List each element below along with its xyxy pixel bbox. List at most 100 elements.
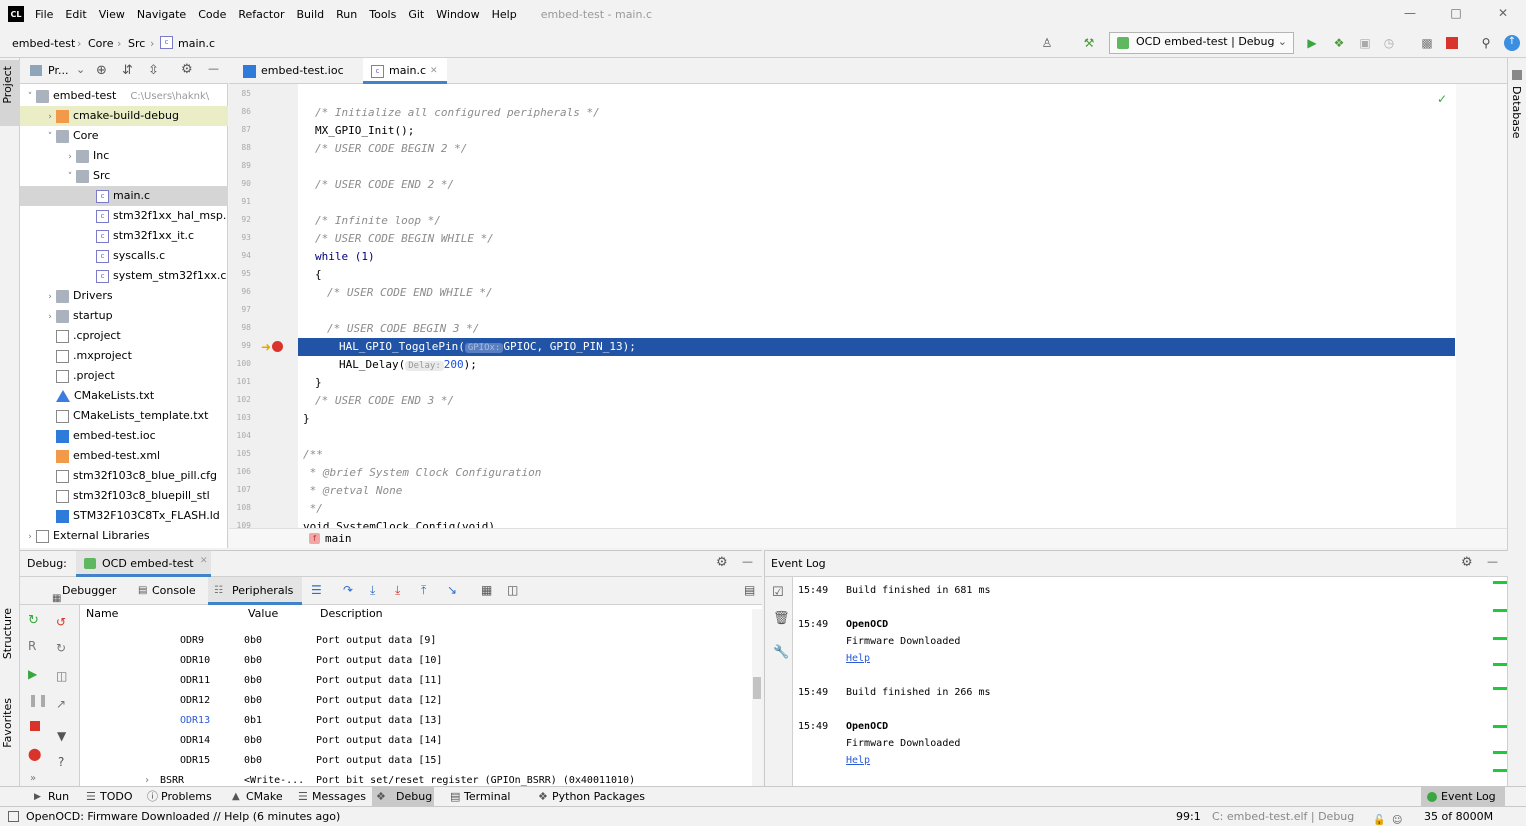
- menu-window[interactable]: Window: [436, 8, 479, 21]
- project-tool-button[interactable]: Project: [1, 66, 14, 104]
- hide-panel-icon[interactable]: —: [742, 555, 753, 568]
- tool-problems[interactable]: ⓘ Problems: [145, 787, 212, 807]
- build-hammer-icon[interactable]: ⚒: [1082, 36, 1096, 50]
- menu-file[interactable]: File: [35, 8, 53, 21]
- close-tab-icon[interactable]: ✕: [200, 556, 208, 566]
- breadcrumb-src[interactable]: Src: [128, 37, 145, 50]
- event-help-link[interactable]: Help: [846, 755, 870, 766]
- register-name[interactable]: ODR11: [180, 671, 210, 691]
- breadcrumb-file[interactable]: main.c: [178, 37, 215, 50]
- status-message[interactable]: OpenOCD: Firmware Downloaded // Help (6 …: [26, 807, 340, 826]
- view-breakpoints-icon[interactable]: ⬤: [28, 747, 41, 761]
- tool-run[interactable]: ▶ Run: [32, 787, 69, 807]
- peripheral-scrollbar[interactable]: [752, 609, 762, 787]
- step-into-icon[interactable]: ⤓: [370, 583, 375, 598]
- frames-icon[interactable]: ◫: [56, 669, 67, 683]
- hide-panel-icon[interactable]: —: [1487, 555, 1498, 568]
- search-icon[interactable]: ⚲: [1479, 36, 1493, 50]
- reload-icon[interactable]: ↻: [56, 641, 66, 655]
- tree-item[interactable]: stm32f103c8_blue_pill.cfg: [20, 466, 228, 486]
- menu-run[interactable]: Run: [336, 8, 357, 21]
- breakpoint-icon[interactable]: [272, 341, 283, 352]
- tool-event-log[interactable]: Event Log: [1421, 787, 1505, 807]
- filter-icon[interactable]: ▼: [57, 729, 66, 743]
- debug-session-tab[interactable]: OCD embed-test ✕: [76, 551, 211, 577]
- tree-item[interactable]: stm32f103c8_bluepill_stl: [20, 486, 228, 506]
- register-name[interactable]: ODR14: [180, 731, 210, 751]
- toggle-tool-windows-icon[interactable]: [8, 811, 19, 822]
- expand-arrow-icon[interactable]: ›: [64, 147, 76, 166]
- tree-item[interactable]: c stm32f1xx_hal_msp.: [20, 206, 228, 226]
- stop-icon[interactable]: [1446, 37, 1458, 49]
- menu-code[interactable]: Code: [198, 8, 226, 21]
- profile-icon[interactable]: ◷: [1382, 36, 1396, 50]
- menu-refactor[interactable]: Refactor: [238, 8, 284, 21]
- rerun-icon[interactable]: ↻: [28, 613, 39, 628]
- favorites-tool-button[interactable]: Favorites: [1, 698, 14, 748]
- run-configuration-selector[interactable]: OCD embed-test | Debug ⌄: [1109, 32, 1294, 54]
- code-minimap[interactable]: [1456, 84, 1507, 528]
- register-name[interactable]: ODR10: [180, 651, 210, 671]
- memory-indicator[interactable]: 35 of 8000M: [1424, 807, 1493, 826]
- expand-arrow-icon[interactable]: ›: [44, 307, 56, 326]
- stop-icon[interactable]: [30, 721, 40, 731]
- structure-tool-button[interactable]: Structure: [1, 608, 14, 659]
- hide-panel-icon[interactable]: —: [208, 62, 219, 75]
- close-icon[interactable]: ✕: [1496, 6, 1510, 20]
- expand-arrow-icon[interactable]: ˅: [24, 87, 36, 106]
- tab-debugger[interactable]: ▦ Debugger: [48, 577, 138, 605]
- expand-arrow-icon[interactable]: ›: [44, 287, 56, 306]
- coverage-icon[interactable]: ▣: [1358, 36, 1372, 50]
- gear-icon[interactable]: ⚙: [1461, 555, 1473, 570]
- chevron-down-icon[interactable]: ⌄: [76, 63, 85, 76]
- menu-help[interactable]: Help: [492, 8, 517, 21]
- tree-item[interactable]: › Drivers: [20, 286, 228, 306]
- tree-item[interactable]: › cmake-build-debug: [20, 106, 228, 126]
- user-icon[interactable]: ♙: [1040, 36, 1054, 50]
- expand-all-icon[interactable]: ⇵: [122, 63, 133, 78]
- more-icon[interactable]: »: [30, 773, 36, 784]
- event-help-link[interactable]: Help: [846, 653, 870, 664]
- lock-icon[interactable]: 🔓: [1373, 811, 1385, 826]
- help-icon[interactable]: ?: [58, 755, 64, 769]
- resolve-context[interactable]: C: embed-test.elf | Debug: [1212, 807, 1354, 826]
- menu-build[interactable]: Build: [297, 8, 325, 21]
- register-name[interactable]: ODR12: [180, 691, 210, 711]
- gear-icon[interactable]: ⚙: [181, 62, 193, 77]
- reset-icon[interactable]: R: [28, 639, 36, 653]
- menu-git[interactable]: Git: [408, 8, 424, 21]
- breadcrumb-project[interactable]: embed-test: [12, 37, 75, 50]
- export-icon[interactable]: ↗: [56, 697, 66, 711]
- tab-peripherals[interactable]: ☷ Peripherals: [208, 577, 302, 605]
- evaluate-expression-icon[interactable]: ▦: [481, 583, 492, 597]
- menu-view[interactable]: View: [99, 8, 125, 21]
- attach-icon[interactable]: ▩: [1420, 36, 1434, 50]
- menu-edit[interactable]: Edit: [65, 8, 86, 21]
- tree-item[interactable]: ˅ Src: [20, 166, 228, 186]
- tree-item[interactable]: .project: [20, 366, 228, 386]
- register-name[interactable]: ODR13: [180, 711, 210, 731]
- debug-icon[interactable]: ❖: [1332, 36, 1346, 50]
- run-to-cursor-icon[interactable]: ↘: [447, 583, 457, 597]
- expand-arrow-icon[interactable]: ›: [24, 527, 36, 546]
- maximize-icon[interactable]: □: [1449, 6, 1463, 20]
- expand-arrow-icon[interactable]: ˅: [44, 127, 56, 146]
- pause-icon[interactable]: ❚❚: [28, 693, 48, 707]
- tree-item[interactable]: c main.c: [20, 186, 228, 206]
- step-out-icon[interactable]: ⤒: [421, 583, 426, 598]
- tree-item[interactable]: c syscalls.c: [20, 246, 228, 266]
- tab-main-c[interactable]: c main.c ✕: [363, 58, 447, 84]
- tree-item[interactable]: CMakeLists_template.txt: [20, 406, 228, 426]
- tree-item[interactable]: c system_stm32f1xx.c: [20, 266, 228, 286]
- project-view-selector[interactable]: Pr...: [48, 64, 68, 77]
- tab-console[interactable]: ▤ Console: [134, 577, 210, 605]
- inspector-icon[interactable]: ☺: [1392, 811, 1402, 826]
- tab-embed-test-ioc[interactable]: embed-test.ioc: [235, 58, 360, 84]
- layout-icon[interactable]: ▤: [744, 583, 755, 597]
- tree-item[interactable]: ˅ embed-test C:\Users\haknk\: [20, 86, 228, 106]
- register-name[interactable]: ODR9: [180, 631, 204, 651]
- mark-read-icon[interactable]: ☑: [772, 585, 784, 600]
- run-icon[interactable]: ▶: [1305, 36, 1319, 50]
- tool-terminal[interactable]: ▤ Terminal: [448, 787, 511, 807]
- trash-icon[interactable]: 🗑: [773, 611, 790, 626]
